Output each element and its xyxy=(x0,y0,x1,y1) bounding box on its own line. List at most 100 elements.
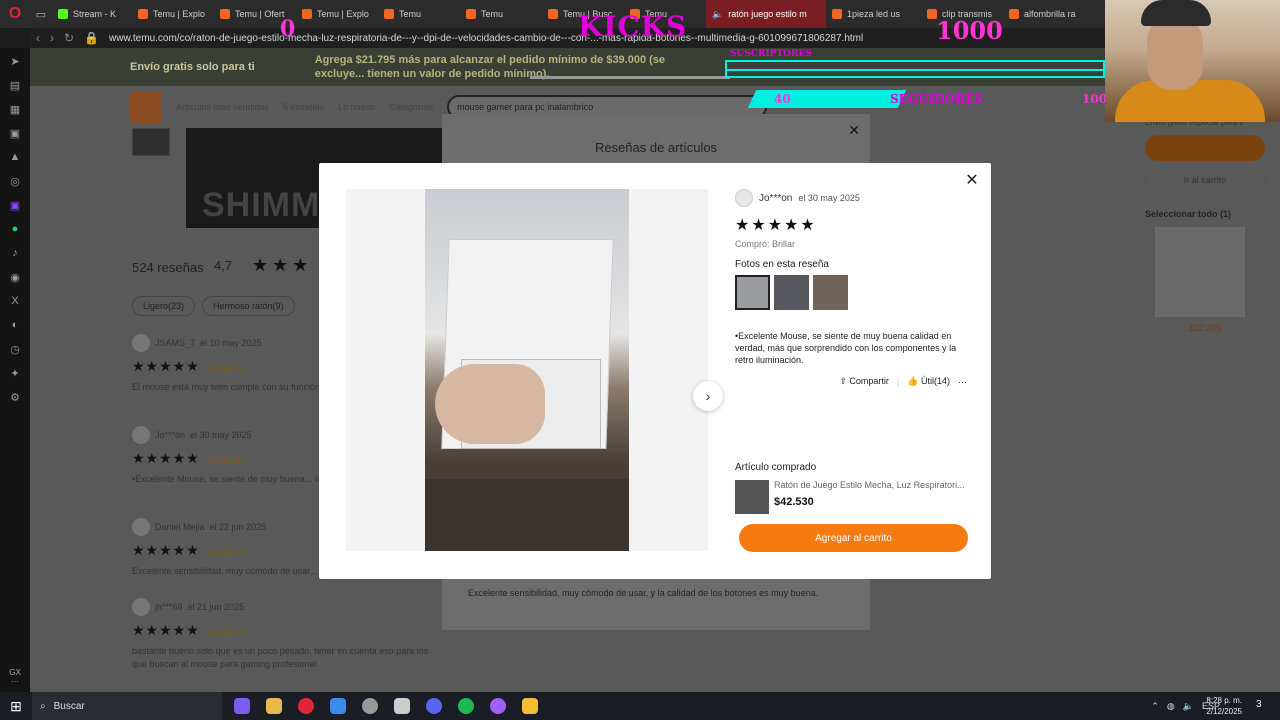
browser-tab[interactable]: Temu xyxy=(460,0,542,28)
promo-badge xyxy=(1145,135,1265,161)
twitch-icon[interactable]: ▣ xyxy=(8,198,22,212)
spotify-icon[interactable] xyxy=(458,698,474,714)
filter-chip[interactable]: Ligero(23) xyxy=(132,296,196,316)
clock[interactable]: 8:28 p. m. 2/12/2025 xyxy=(1206,695,1242,717)
whatsapp-icon[interactable]: ● xyxy=(8,222,22,236)
purchased-variant: Compró: Brillar xyxy=(735,239,796,249)
purchased-item-title: Artículo comprado xyxy=(735,462,817,473)
temu-icon xyxy=(1009,9,1019,19)
app-icon[interactable] xyxy=(330,698,346,714)
add-to-cart-button[interactable]: Agregar al carrito xyxy=(739,524,968,552)
x-icon[interactable]: X xyxy=(8,294,22,308)
nav-best-sellers[interactable]: Artículos más vendidos xyxy=(176,102,269,112)
review-stars: ★★★★★ xyxy=(735,217,817,234)
photo-thumbnail[interactable] xyxy=(735,275,770,310)
app-icon[interactable] xyxy=(490,698,506,714)
cart-item-image[interactable] xyxy=(1155,227,1245,317)
avatar xyxy=(132,598,150,616)
go-to-cart-button[interactable]: Ir al carrito xyxy=(1145,169,1265,191)
photo-thumbnail[interactable] xyxy=(813,275,848,310)
file-explorer-icon[interactable] xyxy=(266,698,282,714)
copilot-icon[interactable] xyxy=(234,698,250,714)
chevron-up-icon[interactable]: ⌃ xyxy=(1151,701,1159,712)
gx-icon[interactable]: GX ··· xyxy=(0,668,30,686)
temu-icon xyxy=(138,9,148,19)
lock-icon[interactable]: 🔒 xyxy=(84,31,99,45)
more-options-icon[interactable]: ··· xyxy=(958,377,967,387)
tiktok-icon[interactable]: ♪ xyxy=(8,246,22,260)
app-icon[interactable] xyxy=(522,698,538,714)
chatgpt-icon[interactable]: ◎ xyxy=(8,174,22,188)
floor-shape xyxy=(425,479,629,551)
speaker-icon[interactable]: 🔈 xyxy=(712,9,723,20)
discord-icon[interactable] xyxy=(426,698,442,714)
purchased-item[interactable]: Ratón de Juego Estilo Mecha, Luz Respira… xyxy=(735,480,975,514)
followers-goal: 100 xyxy=(1082,92,1108,106)
navigation-icon[interactable]: ➤ xyxy=(8,54,22,68)
product-thumbnail[interactable] xyxy=(132,128,170,156)
player-icon[interactable]: ◐ xyxy=(8,318,22,332)
temu-logo[interactable] xyxy=(130,91,162,123)
volume-icon[interactable]: 🔈 xyxy=(1183,701,1194,712)
photo-thumbnail[interactable] xyxy=(774,275,809,310)
next-photo-button[interactable]: › xyxy=(693,381,723,411)
nav-new[interactable]: Lo nuevo xyxy=(338,102,375,112)
browser-tab[interactable]: Stream - K xyxy=(52,0,132,28)
avatar xyxy=(735,189,753,207)
nav-five-stars[interactable]: 5 estrellas xyxy=(283,102,324,112)
back-icon[interactable]: ‹ xyxy=(36,31,40,45)
browser-tab-active[interactable]: 🔈 ratón juego estilo m xyxy=(706,0,826,28)
reload-icon[interactable]: ↻ xyxy=(64,31,74,45)
product-image[interactable] xyxy=(735,480,769,514)
tab-menu-icon[interactable]: ▭ xyxy=(30,0,52,28)
aria-icon[interactable]: ▲ xyxy=(8,150,22,164)
nav-categories[interactable]: Categorías xyxy=(389,102,433,112)
network-icon[interactable]: ◍ xyxy=(1167,701,1175,712)
windows-start-icon[interactable]: ⊞ xyxy=(0,692,32,720)
browser-tab[interactable]: 1pieza led us xyxy=(826,0,921,28)
rating-stars: ★★★ xyxy=(252,255,313,275)
messenger-icon[interactable]: ▣ xyxy=(8,126,22,140)
browser-tab[interactable]: alfombrilla ra xyxy=(1003,0,1085,28)
divider: | xyxy=(896,376,900,387)
review-info: Jo***on el 30 may 2025 ★★★★★ Compró: Bri… xyxy=(735,189,975,387)
browser-tab[interactable]: Temu | Explo xyxy=(132,0,214,28)
review-photo xyxy=(425,189,629,551)
followers-current: 40 xyxy=(774,92,791,106)
product-price: $42.530 xyxy=(774,496,814,508)
free-shipping-text[interactable]: Envío gratis solo para ti xyxy=(130,61,255,73)
taskbar-search[interactable]: ⌕ Buscar xyxy=(32,692,222,720)
review-actions: ⇪ Compartir | 👍 Útil(14) ··· xyxy=(735,376,975,387)
close-icon[interactable]: ✕ xyxy=(848,122,860,139)
followers-label: SEGUIDORES xyxy=(890,92,983,106)
opera-gx-icon[interactable] xyxy=(298,698,314,714)
product-name[interactable]: Ratón de Juego Estilo Mecha, Luz Respira… xyxy=(774,480,969,490)
share-button[interactable]: ⇪ Compartir xyxy=(839,376,889,387)
avatar xyxy=(132,334,150,352)
discord-icon[interactable]: ◉ xyxy=(8,270,22,284)
close-icon[interactable]: ✕ xyxy=(963,172,981,190)
extensions-icon[interactable]: ✦ xyxy=(8,366,22,380)
settings-icon[interactable]: ⚙ xyxy=(8,390,22,404)
kick-icon xyxy=(58,9,68,19)
browser-tab[interactable]: Temu | Explo xyxy=(296,0,378,28)
subs-label: SUSCRIPTORES xyxy=(730,49,812,59)
kicks-goal: 1000 xyxy=(936,16,1003,45)
select-all[interactable]: Seleccionar todo (1) xyxy=(1145,209,1265,219)
streamer-cap xyxy=(1141,0,1211,26)
filter-chip[interactable]: Hermoso ratón(9) xyxy=(202,296,295,316)
temu-icon xyxy=(384,9,394,19)
opera-icon[interactable]: O xyxy=(0,0,30,28)
browser-tab[interactable]: Temu xyxy=(378,0,460,28)
forward-icon[interactable]: › xyxy=(50,31,54,45)
history-icon[interactable]: ◷ xyxy=(8,342,22,356)
pinboard-icon[interactable]: ▦ xyxy=(8,102,22,116)
notification-icon[interactable]: 3 xyxy=(1256,699,1270,713)
url-text[interactable]: www.temu.com/co/raton-de-juego-estilo-me… xyxy=(109,33,863,44)
app-icon[interactable] xyxy=(394,698,410,714)
shopping-icon[interactable]: ▤ xyxy=(8,78,22,92)
review-photo-viewer: › xyxy=(346,189,723,551)
photo-thumbnails xyxy=(735,275,975,310)
useful-button[interactable]: 👍 Útil(14) xyxy=(907,376,950,387)
obs-icon[interactable] xyxy=(362,698,378,714)
